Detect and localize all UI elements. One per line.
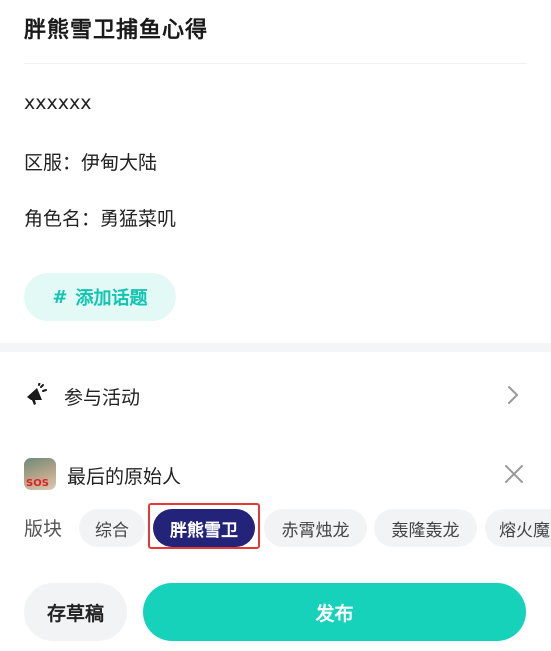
hash-icon: #	[52, 286, 68, 308]
close-icon[interactable]	[503, 463, 525, 489]
game-name: 最后的原始人	[67, 466, 182, 488]
publish-button[interactable]: 发布	[143, 583, 526, 641]
post-body-line-3[interactable]: 角色名：勇猛菜叽	[24, 204, 176, 231]
post-title[interactable]: 胖熊雪卫捕鱼心得	[24, 12, 208, 44]
game-icon-badge: SOS	[26, 478, 49, 489]
add-topic-label: 添加话题	[75, 288, 148, 309]
join-activity-label: 参与活动	[64, 387, 141, 409]
chevron-right-icon	[506, 384, 520, 410]
selection-highlight	[148, 503, 260, 549]
board-chip-4[interactable]: 轰隆轰龙	[374, 509, 477, 547]
post-body-line-2[interactable]: 区服：伊甸大陆	[24, 148, 157, 175]
section-separator	[0, 343, 551, 352]
board-label: 版块	[24, 518, 63, 540]
board-chip-5[interactable]: 熔火魔	[485, 509, 551, 547]
board-chip-3[interactable]: 赤霄烛龙	[264, 509, 367, 547]
board-chip-general[interactable]: 综合	[79, 509, 145, 547]
add-topic-button[interactable]: # 添加话题	[24, 273, 176, 321]
megaphone-icon	[24, 382, 48, 411]
title-divider	[24, 63, 527, 64]
post-body-line-1[interactable]: xxxxxx	[24, 92, 91, 114]
join-activity-row[interactable]: 参与活动	[0, 365, 551, 425]
save-draft-button[interactable]: 存草稿	[24, 583, 127, 641]
game-icon: SOS	[24, 458, 56, 490]
